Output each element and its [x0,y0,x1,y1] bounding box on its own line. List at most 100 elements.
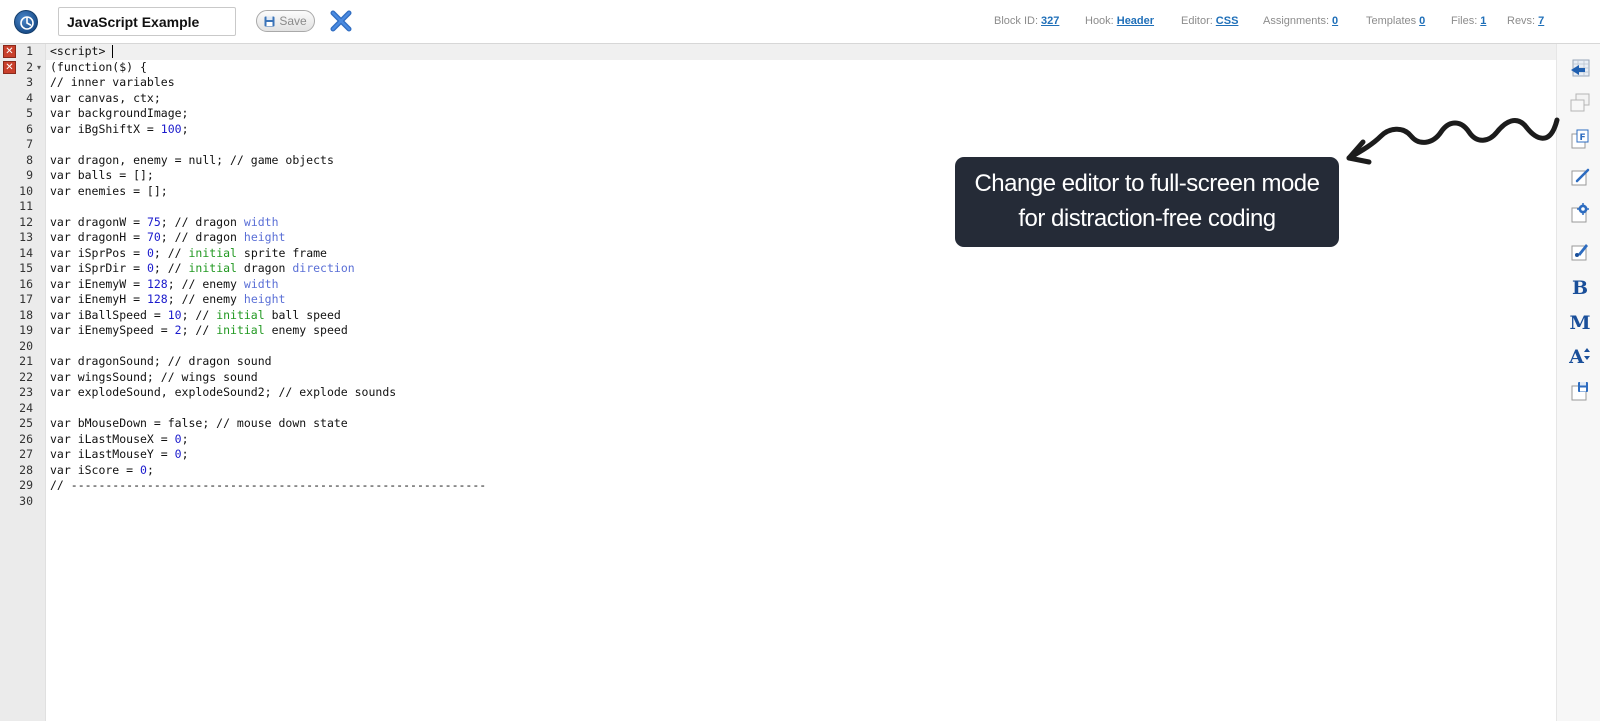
meta-label: Hook: [1085,15,1114,27]
settings-icon [1571,203,1589,223]
meta-label: Block ID: [994,15,1039,27]
line-number: 25 [19,416,33,430]
code-line[interactable]: // -------------------------------------… [50,478,486,494]
line-number: 17 [19,292,33,306]
line-number: 3 [26,75,33,89]
error-marker-icon[interactable]: ✕ [3,60,16,74]
code-line[interactable]: var iSprPos = 0; // initial sprite frame [50,246,327,262]
code-line[interactable]: var iLastMouseX = 0; [50,432,189,448]
line-number: 5 [26,106,33,120]
line-number: 7 [26,137,33,151]
windows-button[interactable] [1569,92,1591,114]
active-line-highlight [46,44,1556,60]
font-size-icon: A [1569,346,1584,368]
line-number: 18 [19,307,33,322]
line-number: 30 [19,493,33,508]
error-marker-icon[interactable]: ✕ [3,45,16,58]
code-line[interactable]: var balls = []; [50,168,154,184]
bold-button[interactable]: B [1569,277,1591,299]
fullscreen-button[interactable] [1569,58,1591,80]
code-line[interactable]: var iLastMouseY = 0; [50,447,189,463]
meta-label: Templates [1366,15,1417,27]
code-line[interactable]: var dragonH = 70; // dragon height [50,230,285,246]
templates-link[interactable]: 0 [1419,15,1425,27]
assignments-link[interactable]: 0 [1332,15,1338,27]
line-number: 13 [19,230,33,244]
meta-hook: Hook: Header [1085,15,1154,27]
meta-assignments: Assignments: 0 [1263,15,1338,27]
app-logo-icon[interactable] [14,10,38,34]
line-number: 24 [19,400,33,415]
format-button[interactable]: F [1569,128,1591,150]
close-icon [330,10,352,32]
save-button-label: Save [279,14,307,28]
code-line[interactable]: // inner variables [50,75,175,91]
code-line[interactable]: var dragonSound; // dragon sound [50,354,272,370]
text-cursor [112,45,114,58]
meta-label: Assignments: [1263,15,1330,27]
settings-button[interactable] [1569,202,1591,224]
save-button[interactable]: Save [256,10,315,32]
windows-icon [1570,93,1590,112]
meta-templates: Templates 0 [1366,15,1425,27]
line-number: 28 [19,462,33,477]
monospace-icon: M [1569,312,1591,334]
code-line[interactable]: var iScore = 0; [50,463,154,479]
edit-button[interactable] [1569,166,1591,188]
line-number: 23 [19,385,33,399]
code-line[interactable]: var explodeSound, explodeSound2; // expl… [50,385,396,401]
save-disk-button[interactable] [1569,380,1591,402]
code-line[interactable]: var iBgShiftX = 100; [50,122,189,138]
tooltip-line-2: for distraction-free coding [1018,205,1276,232]
title-input[interactable] [58,7,236,36]
line-number: 12 [19,214,33,229]
code-line[interactable]: var backgroundImage; [50,106,188,122]
line-number: 10 [19,183,33,198]
hook-link[interactable]: Header [1117,15,1154,27]
font-size-button[interactable]: A [1569,346,1591,368]
font-size-arrows-icon [1583,348,1590,360]
tooltip-line-1: Change editor to full-screen mode [974,170,1320,197]
code-line[interactable]: var iEnemySpeed = 2; // initial enemy sp… [50,323,348,339]
line-number: 6 [26,121,33,136]
code-line[interactable]: (function($) { [50,60,147,76]
meta-editor: Editor: CSS [1181,15,1238,27]
paint-button[interactable] [1569,240,1591,262]
code-line[interactable]: <script> [50,44,114,60]
line-number: 8 [26,152,33,167]
code-line[interactable]: var iBallSpeed = 10; // initial ball spe… [50,308,341,324]
close-button[interactable] [330,10,352,32]
top-toolbar: Save Block ID:327 Hook:Header Editor:CSS… [0,0,1600,44]
code-line[interactable]: var dragon, enemy = null; // game object… [50,153,334,169]
block-id-link[interactable]: 327 [1041,15,1059,27]
editor-link[interactable]: CSS [1216,15,1239,27]
code-line[interactable]: var enemies = []; [50,184,168,200]
line-number: 14 [19,245,33,260]
line-number: 16 [19,276,33,291]
line-number: 26 [19,431,33,446]
code-line[interactable]: var iEnemyH = 128; // enemy height [50,292,285,308]
line-number: 11 [19,199,33,213]
meta-label: Revs: [1507,15,1536,27]
meta-revs: Revs: 7 [1507,15,1544,27]
code-line[interactable]: var bMouseDown = false; // mouse down st… [50,416,348,432]
revs-link[interactable]: 7 [1538,15,1544,27]
monospace-button[interactable]: M [1569,312,1591,334]
files-link[interactable]: 1 [1480,15,1486,27]
fold-toggle-icon[interactable]: ▾ [37,60,41,76]
line-number: 15 [19,261,33,275]
code-line[interactable]: var iEnemyW = 128; // enemy width [50,277,279,293]
meta-label: Editor: [1181,15,1213,27]
squiggle-arrow-icon [1346,117,1560,165]
line-number: 22 [19,369,33,384]
fullscreen-icon [1571,59,1590,77]
line-number: 21 [19,354,33,368]
code-line[interactable]: var dragonW = 75; // dragon width [50,215,279,231]
svg-text:F: F [1580,133,1586,143]
code-line[interactable]: var iSprDir = 0; // initial dragon direc… [50,261,355,277]
edit-icon [1571,168,1590,186]
code-line[interactable]: var canvas, ctx; [50,91,161,107]
floppy-disk-icon [264,16,275,26]
format-icon: F [1571,129,1589,149]
code-line[interactable]: var wingsSound; // wings sound [50,370,258,386]
